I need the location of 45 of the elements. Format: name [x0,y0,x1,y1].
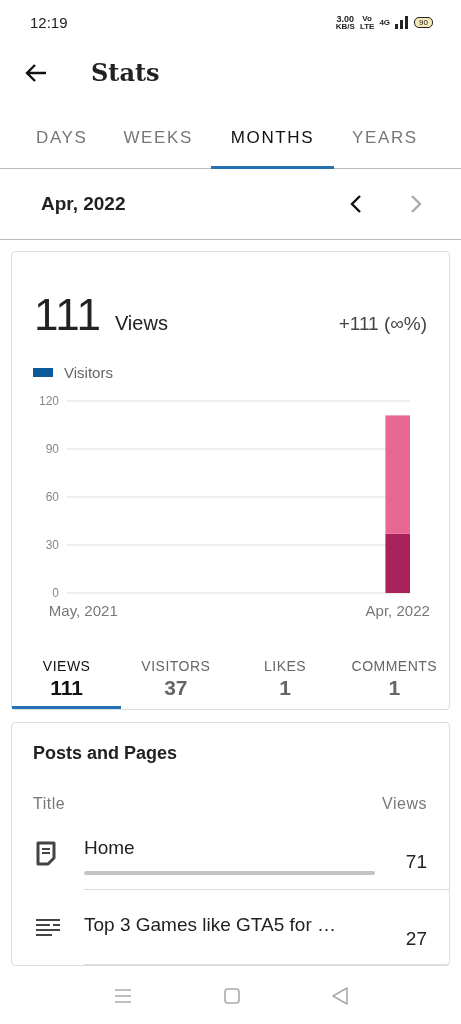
metric-tab[interactable]: VISITORS 37 [121,658,231,709]
period-tab[interactable]: MONTHS [210,110,335,169]
total-unit: Views [114,312,169,335]
axis-tick-label: 60 [45,490,59,504]
back-arrow-icon [25,62,47,83]
axis-tick-label: Apr, 2022 [365,602,430,619]
legend-swatch [33,368,53,377]
page-icon [36,841,56,866]
post-views: 71 [404,850,428,874]
chevron-right-icon [410,194,422,214]
axis-tick-label: 120 [38,394,59,408]
metric-tab[interactable]: LIKES 1 [230,658,340,709]
change-value: +111 (∞%) [338,313,427,335]
axis-tick-label: May, 2021 [48,602,118,619]
status-time: 12:19 [30,14,68,31]
column-header: Views [382,795,427,813]
period-tab[interactable]: DAYS [18,110,106,169]
volte-label: Vo [362,14,372,23]
speed-unit: KB/S [335,22,355,31]
signal-icon [395,16,410,29]
axis-tick-label: 30 [45,538,59,552]
network-speed: 3.00 [336,14,355,23]
axis-tick-label: 90 [45,442,59,456]
post-title[interactable]: Home [84,837,375,859]
battery-level: 90 [414,17,433,28]
period-tab[interactable]: WEEKS [105,110,211,169]
period-label: Apr, 2022 [41,193,127,215]
legend-label: Visitors [64,364,113,381]
text-lines-icon [36,918,60,936]
menu-icon[interactable] [113,988,132,1004]
page-title: Stats [91,58,160,87]
period-tab[interactable]: YEARS [334,110,436,169]
metric-tab[interactable]: COMMENTS 1 [339,658,449,709]
chevron-left-icon [350,194,362,214]
network-type: 4G [379,18,391,27]
volte-label: LTE [359,22,375,31]
back-triangle-icon[interactable] [331,987,348,1005]
axis-tick-label: 0 [52,586,59,600]
section-title: Posts and Pages [32,742,179,764]
post-views: 27 [404,927,428,950]
post-title[interactable]: Top 3 Games like GTA5 for … [84,914,375,936]
total-views: 111 [34,290,101,340]
home-square-icon[interactable] [223,988,240,1004]
column-header: Title [33,795,66,813]
metric-tab[interactable]: VIEWS 111 [12,658,122,709]
